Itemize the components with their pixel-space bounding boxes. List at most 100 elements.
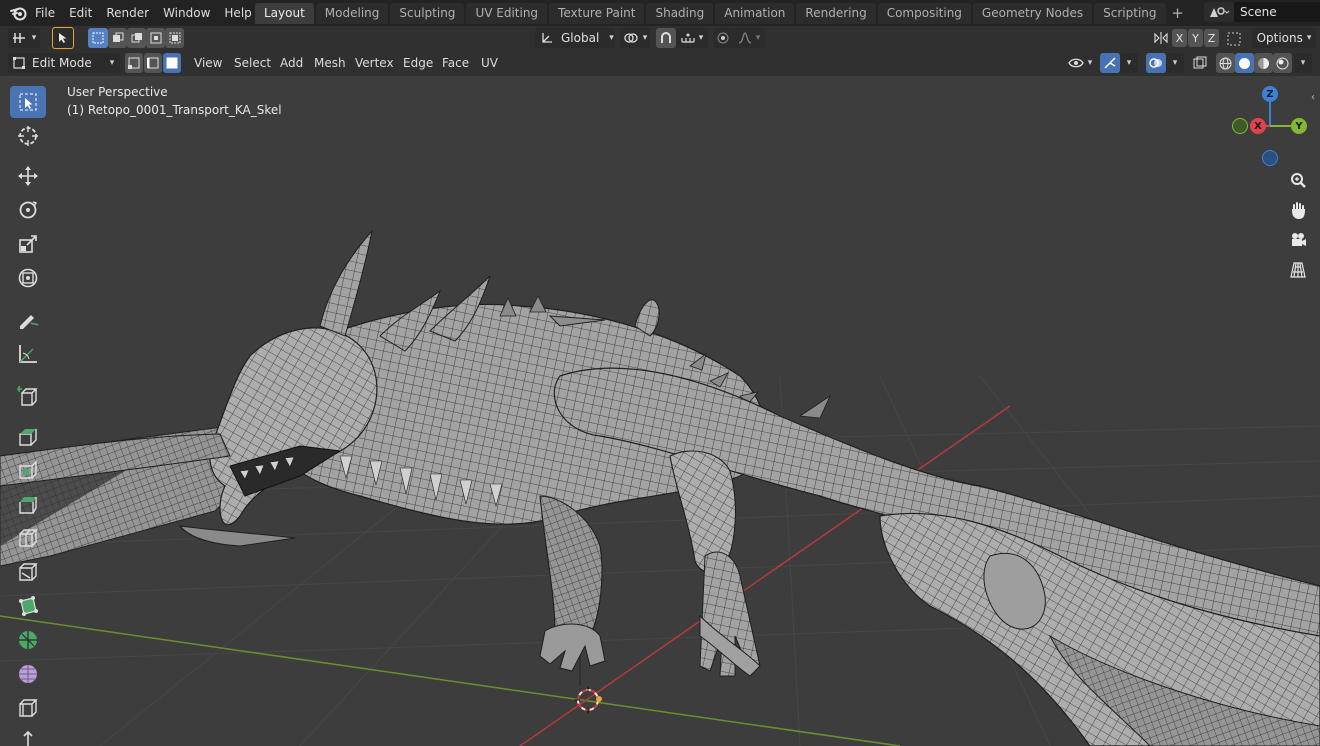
shading-solid-icon[interactable] (1235, 53, 1254, 73)
menu-render[interactable]: Render (99, 6, 156, 20)
shrink-fatten-tool-icon[interactable] (10, 726, 46, 746)
pivot-icon (624, 33, 638, 43)
tab-layout[interactable]: Layout (255, 3, 314, 24)
add-cube-tool-icon[interactable] (10, 380, 46, 412)
camera-view-icon[interactable] (1284, 226, 1312, 254)
knife-tool-icon[interactable] (10, 556, 46, 588)
mirror-options-icon[interactable] (1152, 28, 1170, 48)
snap-toggle-icon[interactable] (656, 28, 676, 48)
select-box-tool-icon[interactable] (10, 86, 46, 118)
blender-logo-icon[interactable] (8, 4, 30, 22)
mirror-z-toggle[interactable]: Z (1204, 29, 1219, 47)
rotate-tool-icon[interactable] (10, 194, 46, 226)
pan-hand-icon[interactable] (1284, 196, 1312, 224)
transform-orientation-dropdown[interactable]: Global ▾ (535, 28, 615, 48)
overlays-toggle-icon[interactable] (1146, 53, 1166, 73)
transform-tool-icon[interactable] (10, 262, 46, 294)
menu-vertex[interactable]: Vertex (349, 53, 400, 73)
scene-icon[interactable] (1204, 2, 1234, 22)
bevel-tool-icon[interactable] (10, 488, 46, 520)
dragon-head (209, 327, 378, 525)
menu-add[interactable]: Add (274, 53, 309, 73)
extrude-region-tool-icon[interactable] (10, 420, 46, 452)
shading-material-icon[interactable] (1254, 53, 1273, 73)
gizmo-toggle-icon[interactable] (1100, 53, 1120, 73)
tab-scripting[interactable]: Scripting (1094, 3, 1166, 24)
move-tool-icon[interactable] (10, 160, 46, 192)
scene-name[interactable]: Scene (1234, 2, 1320, 22)
select-mode-intersect-icon[interactable] (165, 28, 184, 48)
loop-cut-tool-icon[interactable] (10, 522, 46, 554)
pivot-point-dropdown[interactable]: ▾ (620, 28, 650, 48)
select-tool-icon[interactable] (52, 27, 74, 49)
annotate-tool-icon[interactable] (10, 304, 46, 336)
shading-rendered-icon[interactable] (1273, 53, 1292, 73)
perspective-label: User Perspective (67, 85, 168, 99)
orientation-axes-icon (542, 33, 552, 43)
edit-mode-icon (13, 57, 25, 69)
overlays-dropdown[interactable]: ▾ (1166, 53, 1184, 73)
tab-compositing[interactable]: Compositing (877, 3, 971, 24)
select-mode-extend-icon[interactable] (108, 28, 127, 48)
menu-mesh[interactable]: Mesh (308, 53, 352, 73)
mirror-y-toggle[interactable]: Y (1188, 29, 1203, 47)
edge-slide-tool-icon[interactable] (10, 692, 46, 724)
tab-modeling[interactable]: Modeling (315, 3, 389, 24)
menu-select[interactable]: Select (228, 53, 277, 73)
add-workspace-icon[interactable]: + (1168, 3, 1188, 24)
gizmo-z-axis[interactable]: Z (1262, 86, 1278, 102)
top-bar: File Edit Render Window Help Layout Mode… (0, 0, 1320, 26)
measure-tool-icon[interactable] (10, 338, 46, 370)
gizmo-dropdown[interactable]: ▾ (1120, 53, 1138, 73)
smooth-tool-icon[interactable] (10, 658, 46, 690)
select-mode-subtract-icon[interactable] (127, 28, 146, 48)
select-mode-invert-icon[interactable] (146, 28, 165, 48)
proportional-falloff-dropdown[interactable]: ▾ (733, 28, 765, 48)
tab-animation[interactable]: Animation (715, 3, 795, 24)
xray-toggle-icon[interactable] (1190, 53, 1210, 73)
scene-selector[interactable]: Scene (1204, 2, 1320, 22)
tab-texture-paint[interactable]: Texture Paint (549, 3, 645, 24)
tab-shading[interactable]: Shading (646, 3, 714, 24)
proportional-edit-icon[interactable] (713, 28, 733, 48)
menu-edge[interactable]: Edge (397, 53, 439, 73)
vertex-select-mode-icon[interactable] (125, 53, 143, 73)
auto-merge-icon[interactable] (1224, 29, 1244, 49)
sidebar-toggle-icon[interactable]: ‹ (1311, 92, 1315, 103)
menu-uv[interactable]: UV (475, 53, 504, 73)
perspective-toggle-icon[interactable] (1284, 256, 1312, 284)
menu-face[interactable]: Face (436, 53, 475, 73)
spin-tool-icon[interactable] (10, 624, 46, 656)
gizmo-neg-y-axis[interactable] (1232, 118, 1248, 134)
scale-tool-icon[interactable] (10, 228, 46, 260)
menu-view[interactable]: View (188, 53, 228, 73)
shading-dropdown[interactable]: ▾ (1294, 53, 1312, 73)
poly-build-tool-icon[interactable] (10, 590, 46, 622)
tab-rendering[interactable]: Rendering (796, 3, 876, 24)
cursor-tool-icon[interactable] (10, 120, 46, 152)
mirror-x-toggle[interactable]: X (1172, 29, 1187, 47)
snap-target-dropdown[interactable]: ▾ (676, 28, 708, 48)
tab-sculpting[interactable]: Sculpting (390, 3, 465, 24)
3d-viewport[interactable]: User Perspective (1) Retopo_0001_Transpo… (0, 76, 1320, 746)
face-select-mode-icon[interactable] (163, 53, 181, 73)
options-dropdown[interactable]: Options ▾ (1252, 28, 1316, 48)
gizmo-y-axis[interactable]: Y (1291, 118, 1307, 134)
zoom-icon[interactable] (1284, 166, 1312, 194)
tab-uv-editing[interactable]: UV Editing (466, 3, 548, 24)
menu-edit[interactable]: Edit (62, 6, 99, 20)
menu-window[interactable]: Window (156, 6, 217, 20)
inset-faces-tool-icon[interactable] (10, 454, 46, 486)
tool-settings-dropdown[interactable]: ▾ (8, 28, 40, 48)
visibility-dropdown[interactable]: ▾ (1064, 53, 1096, 73)
gizmo-neg-z-axis[interactable] (1262, 150, 1278, 166)
menu-help[interactable]: Help (217, 6, 258, 20)
edge-select-mode-icon[interactable] (144, 53, 162, 73)
gizmo-x-axis[interactable]: X (1250, 118, 1266, 134)
menu-file[interactable]: File (28, 6, 62, 20)
select-mode-new-icon[interactable] (88, 28, 108, 48)
tab-geometry-nodes[interactable]: Geometry Nodes (972, 3, 1093, 24)
viewport-scene (0, 229, 1320, 746)
mode-dropdown[interactable]: Edit Mode ▾ (8, 53, 120, 73)
shading-wireframe-icon[interactable] (1216, 53, 1235, 73)
